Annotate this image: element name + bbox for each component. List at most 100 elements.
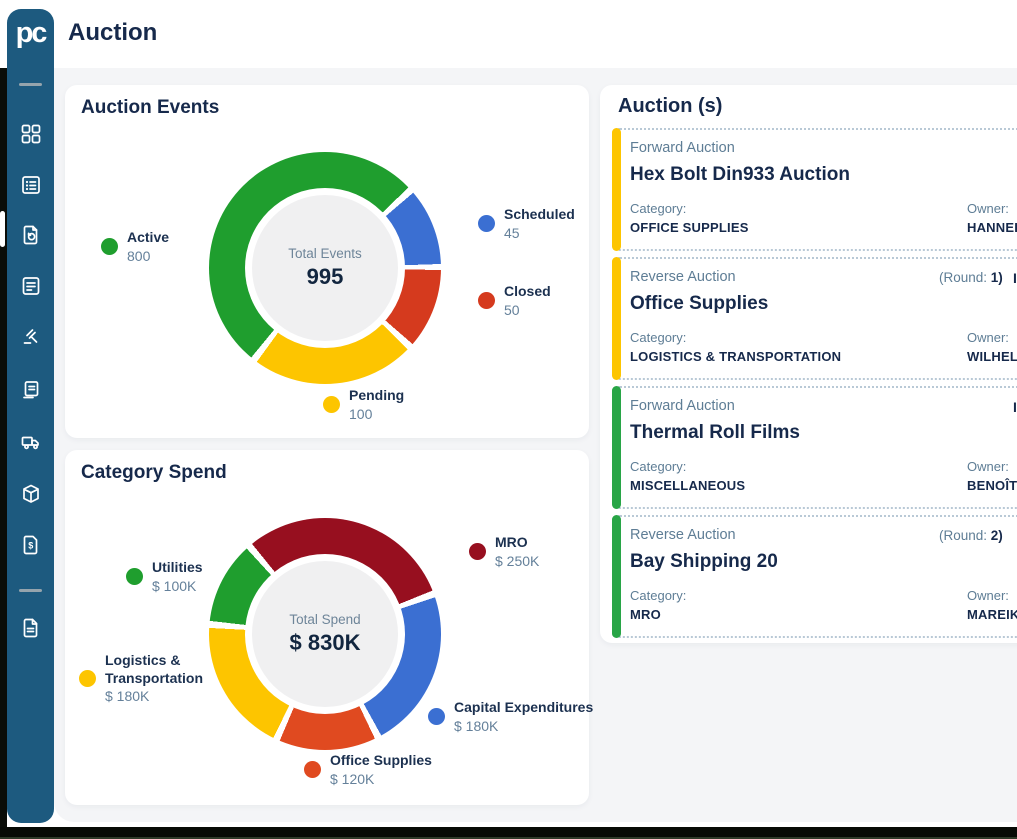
legend-value: 100 [349,405,404,423]
legend-value: $ 250K [495,552,539,570]
package-icon [19,482,43,511]
legend-item-pending: Pending 100 [323,387,404,423]
card-accent-bar [612,386,621,509]
sidebar-item-materials[interactable] [7,479,54,513]
legend-value: $ 180K [105,687,217,705]
svg-text:$: $ [28,540,33,550]
sidebar-divider [19,83,42,86]
owner-column: Owner: HANNEK [967,201,1017,235]
sidebar-item-auction[interactable] [7,322,54,356]
sidebar-item-files[interactable] [7,613,54,647]
file-icon [19,616,43,645]
auction-events-title: Auction Events [81,97,219,119]
auction-events-donut-chart: Total Events 995 [209,152,441,384]
auction-name: Thermal Roll Films [630,422,1016,444]
sidebar-item-drafts[interactable] [7,220,54,254]
auction-card[interactable]: Forward Auction Hex Bolt Din933 Auction … [612,128,1017,251]
legend-item-mro: MRO $ 250K [469,534,539,570]
owner-column: Owner: WILHELM [967,330,1017,364]
legend-item-capital-expenditures: Capital Expenditures $ 180K [428,699,593,735]
donut-center-label: Total Events [288,246,362,261]
auctions-title: Auction (s) [618,95,722,118]
legend-dot [478,215,495,232]
active-item-indicator [0,211,5,247]
auction-type: Forward Auction [630,398,1016,414]
sidebar-item-dashboard[interactable] [7,119,54,153]
auction-events-panel: Auction Events Total Events 995 Active 8… [65,85,589,438]
sidebar-item-invoices[interactable]: $ [7,530,54,564]
legend-value: 800 [127,247,169,265]
donut-center-value: $ 830K [290,630,361,656]
owner-column: Owner: MAREIK [967,588,1017,622]
clipped-text-fragment: I [1013,399,1017,415]
sidebar-item-documents[interactable] [7,271,54,305]
legend-dot [478,292,495,309]
invoice-icon: $ [19,533,43,562]
round-prefix: (Round: [939,528,991,543]
legend-label: Logistics & Transportation [105,652,217,687]
truck-icon [19,430,43,459]
round-label: (Round: 2) [939,528,1003,543]
sidebar-item-ledger[interactable] [7,375,54,409]
legend-dot [126,568,143,585]
app-logo[interactable]: pc [7,17,54,50]
auction-card[interactable]: Reverse Auction (Round: 2) Bay Shipping … [612,515,1017,638]
category-spend-donut-chart: Total Spend $ 830K [209,518,441,750]
category-value: MRO [630,607,686,622]
document-lines-icon [19,274,43,303]
auction-name: Bay Shipping 20 [630,551,1016,573]
legend-value: 45 [504,224,575,242]
donut-center: Total Events 995 [252,195,398,341]
category-label: Category: [630,459,745,474]
legend-label: MRO [495,534,539,552]
legend-value: $ 180K [454,717,593,735]
owner-label: Owner: [967,588,1017,603]
round-prefix: (Round: [939,270,991,285]
ledger-icon [19,378,43,407]
category-column: Category: OFFICE SUPPLIES [630,201,749,235]
category-column: Category: MRO [630,588,686,622]
auction-name: Hex Bolt Din933 Auction [630,164,1016,186]
left-edge-shadow [0,16,7,831]
sidebar-divider [19,589,42,592]
round-label: (Round: 1) [939,270,1003,285]
legend-label: Utilities [152,559,203,577]
owner-label: Owner: [967,459,1017,474]
legend-dot [79,670,96,687]
owner-label: Owner: [967,201,1017,216]
sidebar-item-list[interactable] [7,170,54,204]
owner-value: MAREIK [967,607,1017,622]
legend-dot [428,708,445,725]
auction-card-list: Forward Auction Hex Bolt Din933 Auction … [612,128,1017,644]
category-spend-panel: Category Spend Total Spend $ 830K Utilit… [65,450,589,805]
owner-value: BENOÎT [967,478,1017,493]
gavel-icon [19,325,43,354]
category-column: Category: MISCELLANEOUS [630,459,745,493]
legend-item-logistics-transportation: Logistics & Transportation $ 180K [79,652,217,705]
sidebar-item-logistics[interactable] [7,427,54,461]
legend-dot [304,761,321,778]
legend-item-active: Active 800 [101,229,169,265]
auction-name: Office Supplies [630,293,1016,315]
auction-card[interactable]: Reverse Auction (Round: 1) I Office Supp… [612,257,1017,380]
legend-item-office-supplies: Office Supplies $ 120K [304,752,432,788]
page-title: Auction [68,19,157,47]
owner-label: Owner: [967,330,1017,345]
category-column: Category: LOGISTICS & TRANSPORTATION [630,330,841,364]
legend-dot [323,396,340,413]
auctions-panel: Auction (s) Forward Auction Hex Bolt Din… [600,85,1017,643]
legend-label: Capital Expenditures [454,699,593,717]
category-spend-title: Category Spend [81,462,227,484]
legend-value: $ 120K [330,770,432,788]
draft-history-icon [19,223,43,252]
owner-column: Owner: BENOÎT [967,459,1017,493]
dashboard-icon [19,122,43,151]
legend-label: Pending [349,387,404,405]
category-label: Category: [630,330,841,345]
card-accent-bar [612,515,621,638]
auction-card[interactable]: Forward Auction I Thermal Roll Films Cat… [612,386,1017,509]
owner-value: HANNEK [967,220,1017,235]
auction-type: Forward Auction [630,140,1016,156]
legend-label: Active [127,229,169,247]
card-accent-bar [612,257,621,380]
